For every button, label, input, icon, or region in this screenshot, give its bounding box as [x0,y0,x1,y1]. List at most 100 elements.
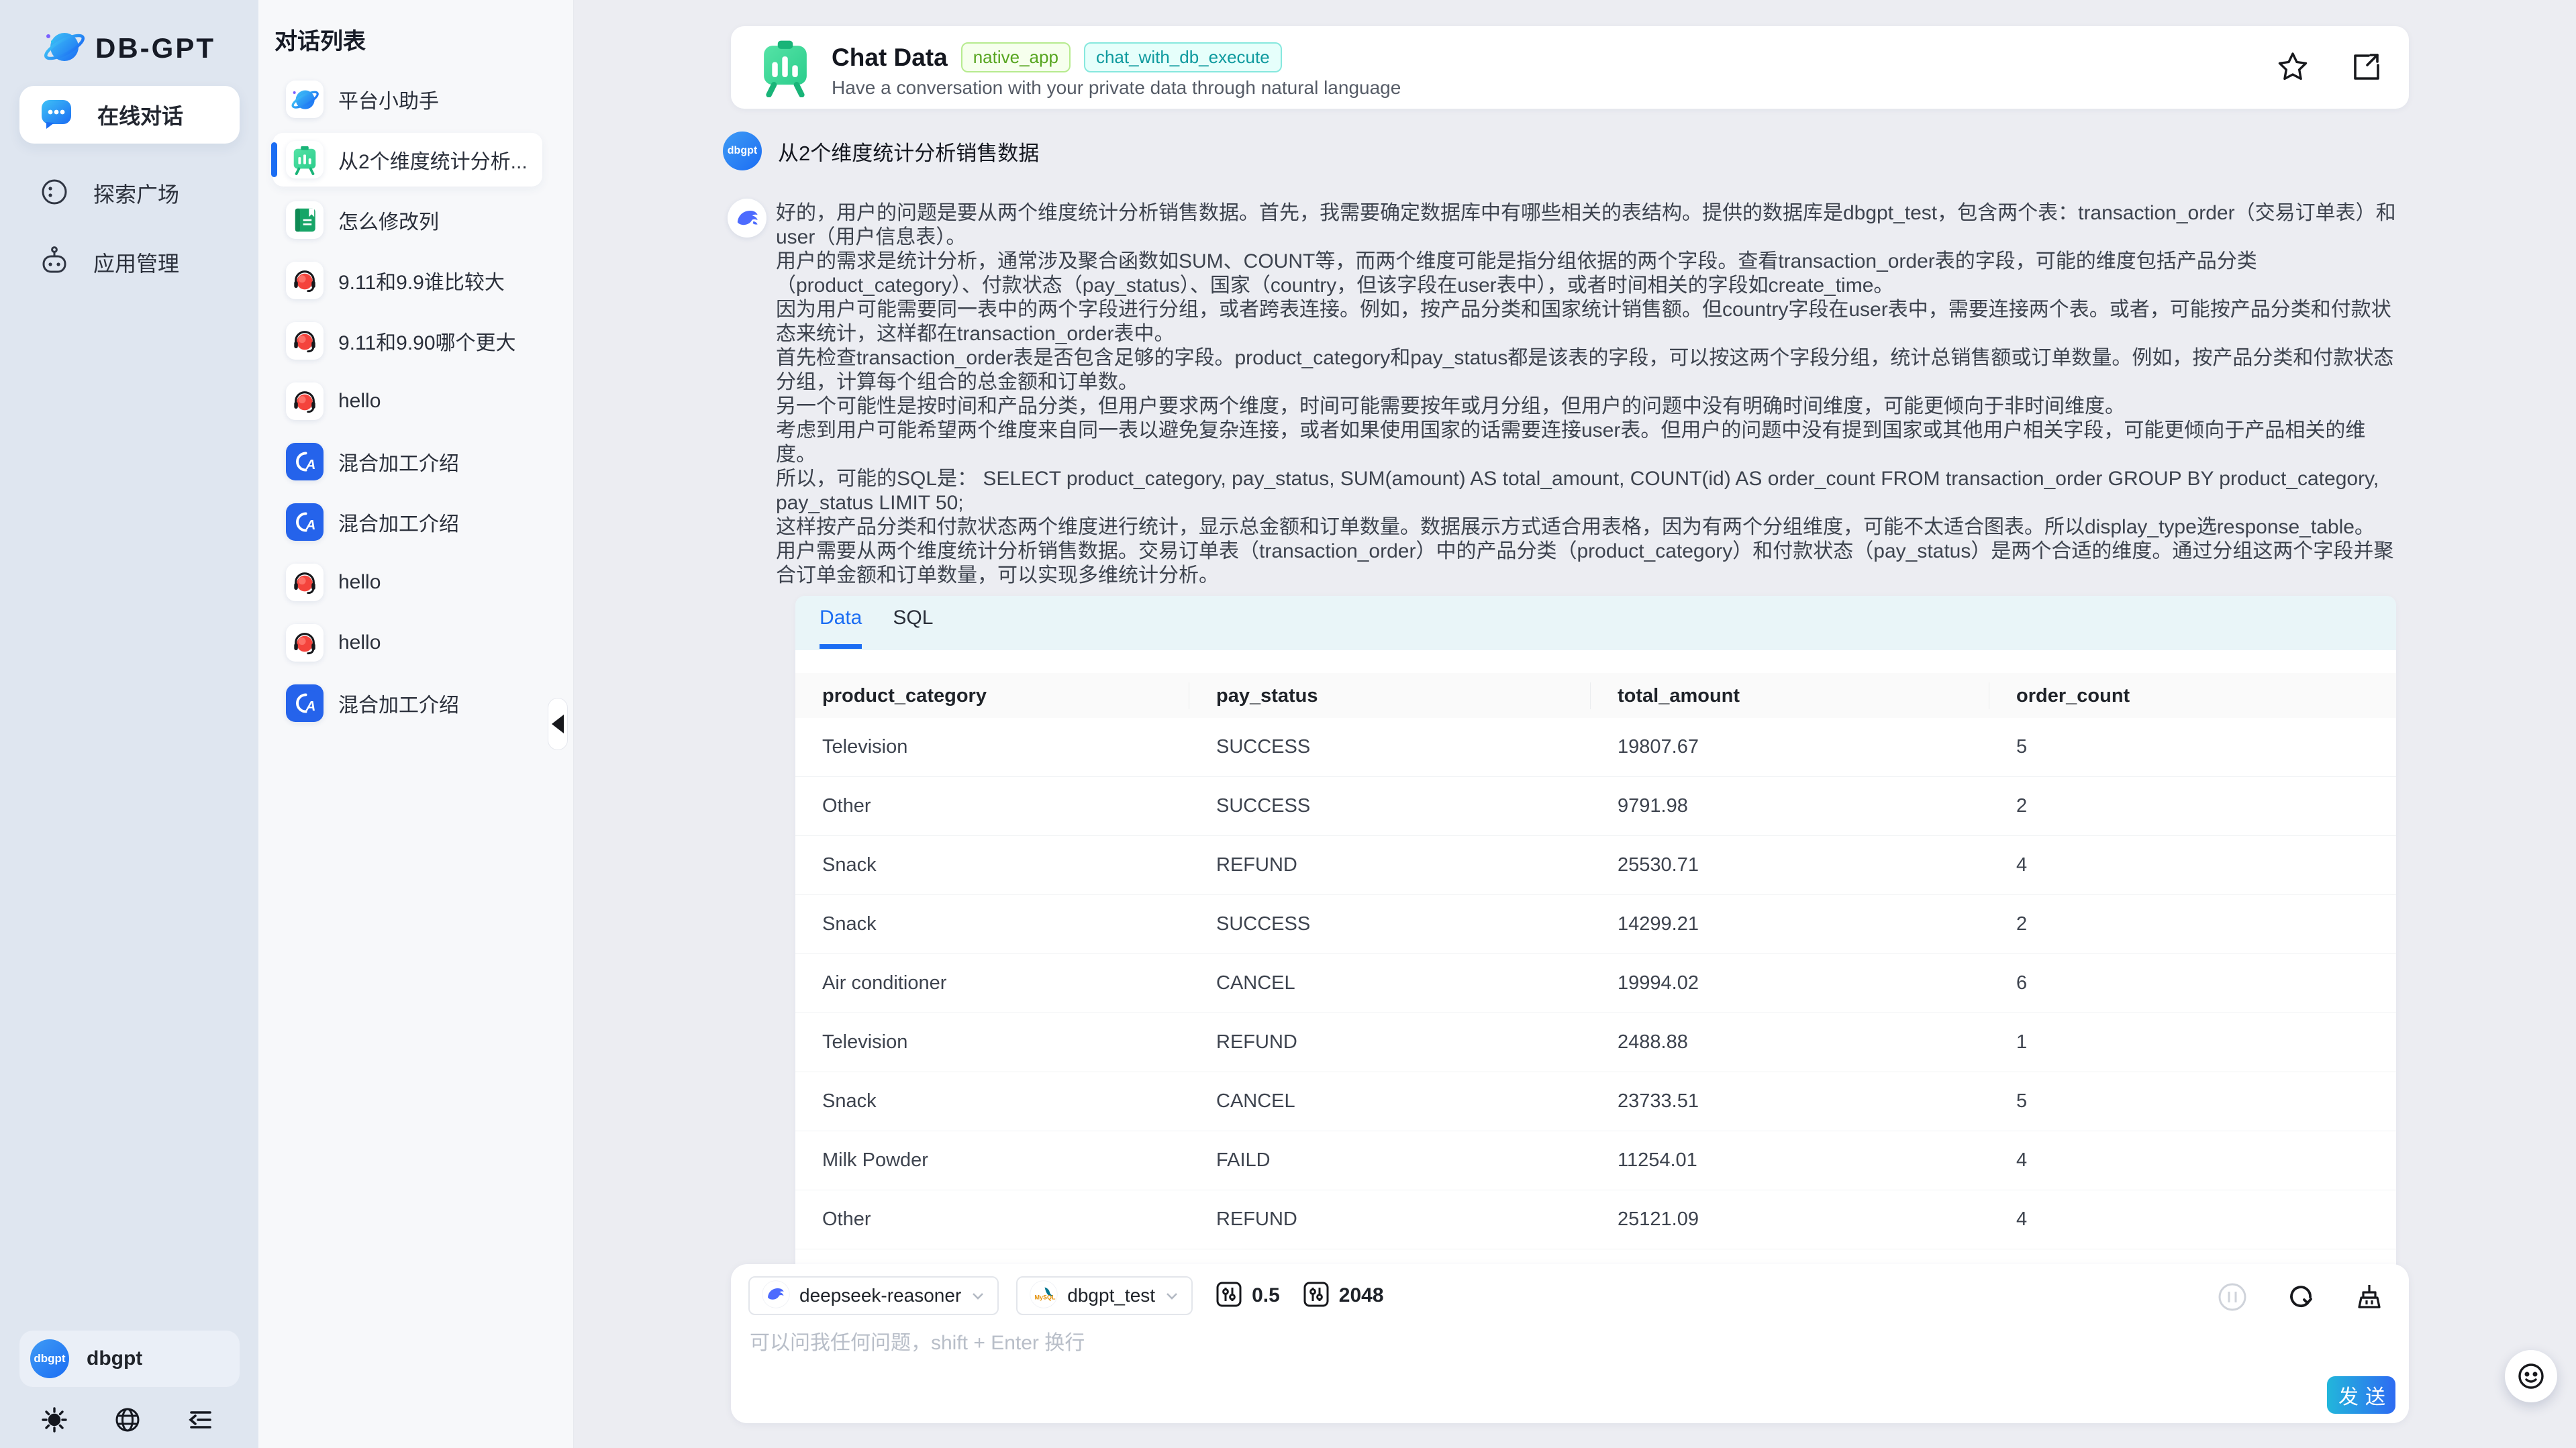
conversation-item-active[interactable]: 从2个维度统计分析... [273,133,542,187]
table-header-row: product_category pay_status total_amount… [795,673,2396,718]
temperature-control[interactable]: 0.5 [1216,1281,1280,1311]
sidebar-item-label: 探索广场 [93,178,179,209]
temperature-value: 0.5 [1252,1284,1280,1307]
conversation-list-panel: 对话列表 平台小助手 [258,0,574,1448]
sidebar-item-online-chat[interactable]: 在线对话 [19,86,240,144]
user-avatar: dbgpt [30,1339,69,1378]
column-header: pay_status [1189,682,1591,709]
cell: 5 [1989,1090,2396,1113]
table-row: OtherREFUND25121.094 [795,1190,2396,1249]
share-export-icon[interactable] [2348,50,2382,84]
app-description: Have a conversation with your private da… [832,77,1401,99]
conversation-label: 混合加工介绍 [338,688,459,718]
cell: 6 [1989,972,2396,994]
cell: 19994.02 [1591,972,1989,994]
cell: Other [795,1208,1189,1231]
max-tokens-value: 2048 [1339,1284,1384,1307]
conversation-item[interactable]: 9.11和9.9谁比较大 [273,254,542,307]
badge-chat-with-db-execute: chat_with_db_execute [1084,42,1282,72]
svg-text:MySQL: MySQL [1035,1294,1056,1300]
sidebar-item-label: 应用管理 [93,247,179,278]
cell: 4 [1989,1149,2396,1172]
cell: Television [795,1031,1189,1053]
page-title: Chat Data [832,44,948,72]
max-tokens-control[interactable]: 2048 [1303,1281,1384,1311]
tab-sql[interactable]: SQL [893,607,933,644]
conversation-label: 怎么修改列 [338,205,439,235]
left-sidebar: DB-GPT 在线对话 [0,0,258,1448]
cell: Snack [795,913,1189,935]
sidebar-item-label: 在线对话 [97,99,183,130]
conversation-label: hello [338,571,381,594]
cell: 2 [1989,913,2396,935]
conversation-item[interactable]: 平台小助手 [273,72,542,126]
database-selector[interactable]: MySQL dbgpt_test [1016,1276,1193,1315]
red-headset-icon [286,382,324,420]
conversation-label: 从2个维度统计分析... [338,145,528,174]
dbgpt-logo-icon [286,81,324,118]
assistant-paragraph: 所以，可能的SQL是： SELECT product_category, pay… [776,467,2396,515]
app-logo[interactable]: DB-GPT [42,24,215,72]
blue-ca-icon: A [286,684,324,722]
sidebar-item-app-management[interactable]: 应用管理 [19,234,240,291]
cell: REFUND [1189,854,1591,876]
composer-actions [2217,1282,2385,1312]
mysql-icon: MySQL [1030,1280,1058,1312]
cell: SUCCESS [1189,736,1591,758]
query-result-card: Data SQL product_category pay_status tot… [795,596,2396,1373]
svg-text:A: A [305,458,316,472]
cell: 14299.21 [1591,913,1989,935]
conversation-item[interactable]: hello [273,556,542,609]
result-tabs: Data SQL [795,596,2396,650]
regenerate-icon[interactable] [2285,1282,2316,1312]
model-selector[interactable]: deepseek-reasoner [748,1276,999,1315]
panel-collapse-handle[interactable] [548,698,568,750]
table-row: SnackSUCCESS14299.212 [795,895,2396,954]
conversation-item[interactable]: hello [273,616,542,670]
composer-card: deepseek-reasoner MySQL dbgpt_test [731,1264,2409,1423]
table-row: Air conditionerCANCEL19994.026 [795,954,2396,1013]
cell: Air conditioner [795,972,1189,994]
collapse-sidebar-icon[interactable] [187,1406,214,1433]
assistant-paragraph: 因为用户可能需要同一表中的两个字段进行分组，或者跨表连接。例如，按产品分类和国家… [776,298,2396,346]
clear-broom-icon[interactable] [2354,1282,2385,1312]
result-table: product_category pay_status total_amount… [795,650,2396,1308]
user-message-row: dbgpt 从2个维度统计分析销售数据 [723,132,1039,170]
conversation-item[interactable]: A 混合加工介绍 [273,435,542,488]
chat-input[interactable] [750,1326,2293,1386]
conversation-item[interactable]: A 混合加工介绍 [273,495,542,549]
cell: 4 [1989,1208,2396,1231]
app-root: DB-GPT 在线对话 [0,0,2576,1448]
chat-data-app-icon [755,37,815,101]
chevron-down-icon [1165,1288,1179,1303]
column-header: total_amount [1591,682,1989,709]
theme-sun-icon[interactable] [41,1406,68,1433]
user-profile[interactable]: dbgpt dbgpt [19,1331,240,1387]
favorite-star-icon[interactable] [2276,50,2310,84]
conversation-item[interactable]: A 混合加工介绍 [273,676,542,730]
assistant-paragraph: 首先检查transaction_order表是否包含足够的字段。product_… [776,346,2396,395]
column-header: order_count [1989,682,2396,709]
table-row: TelevisionREFUND2488.881 [795,1013,2396,1072]
sidebar-footer-icons [41,1406,229,1433]
conversation-item[interactable]: hello [273,374,542,428]
language-globe-icon[interactable] [114,1406,141,1433]
send-button[interactable]: 发送 [2327,1376,2395,1414]
conversation-item[interactable]: 怎么修改列 [273,193,542,247]
red-headset-icon [286,624,324,662]
cell: 19807.67 [1591,736,1989,758]
blue-ca-icon: A [286,503,324,541]
tab-data[interactable]: Data [820,607,862,649]
conversation-label: 混合加工介绍 [338,447,459,476]
sidebar-item-explore[interactable]: 探索广场 [19,164,240,222]
explore-icon [38,176,70,211]
cell: REFUND [1189,1208,1591,1231]
table-row: Milk PowderFAILD11254.014 [795,1131,2396,1190]
cell: 5 [1989,736,2396,758]
conversation-item[interactable]: 9.11和9.90哪个更大 [273,314,542,368]
conversation-label: 9.11和9.9谁比较大 [338,266,505,295]
assistant-paragraph: 好的，用户的问题是要从两个维度统计分析销售数据。首先，我需要确定数据库中有哪些相… [776,201,2396,250]
assistant-paragraph: 这样按产品分类和付款状态两个维度进行统计，显示总金额和订单数量。数据展示方式适合… [776,515,2396,539]
feedback-smiley-button[interactable] [2505,1350,2557,1402]
conversation-list-title: 对话列表 [275,23,366,56]
